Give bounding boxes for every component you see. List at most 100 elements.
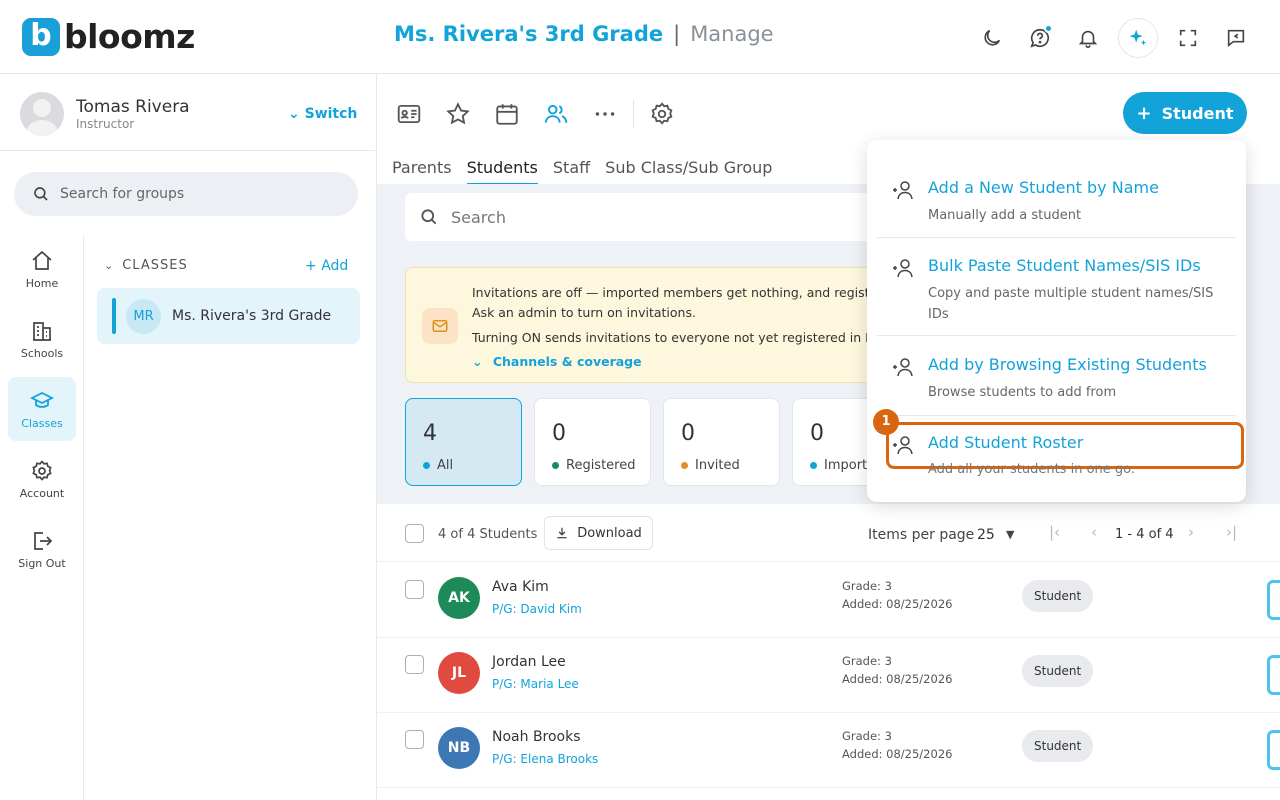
channels-coverage-label: Channels & coverage xyxy=(492,354,642,369)
switch-label: Switch xyxy=(304,106,358,122)
sparkle-icon[interactable] xyxy=(1118,18,1158,58)
tab-sub-class[interactable]: Sub Class/Sub Group xyxy=(605,158,772,185)
menu-item-desc: Copy and paste multiple student names/SI… xyxy=(928,286,1214,322)
id-card-icon[interactable] xyxy=(391,98,427,130)
toolbar-divider xyxy=(633,100,634,128)
first-page-icon[interactable]: |‹ xyxy=(1049,523,1060,541)
student-added: Added: 08/25/2026 xyxy=(842,597,953,611)
tab-students[interactable]: Students xyxy=(466,158,538,185)
items-per-page-select[interactable]: 25 xyxy=(977,527,995,543)
class-item[interactable]: MR Ms. Rivera's 3rd Grade xyxy=(97,288,360,344)
table-row[interactable]: AK Ava Kim P/G: David Kim Grade: 3 Added… xyxy=(377,563,1280,638)
student-search-input[interactable]: Search xyxy=(405,193,875,241)
page-title: Ms. Rivera's 3rd Grade | Manage xyxy=(394,22,774,46)
student-meta: Grade: 3 Added: 08/25/2026 xyxy=(842,727,952,763)
tab-staff[interactable]: Staff xyxy=(553,158,590,185)
stat-label: Importe xyxy=(810,458,875,473)
left-rail: Home Schools Classes Account Sign Out xyxy=(0,235,84,800)
add-student-label: Student xyxy=(1161,103,1234,123)
parent-link[interactable]: P/G: Elena Brooks xyxy=(492,752,598,766)
next-page-icon[interactable]: › xyxy=(1188,523,1194,541)
menu-item-desc: Add all your students in one go. xyxy=(928,462,1136,477)
stat-label: Invited xyxy=(681,458,740,473)
top-icons xyxy=(974,18,1254,58)
add-student-button[interactable]: + Student xyxy=(1123,92,1247,134)
search-icon xyxy=(34,187,48,201)
menu-divider xyxy=(877,335,1236,336)
nav-home[interactable]: Home xyxy=(8,237,76,301)
stat-registered[interactable]: 0 Registered xyxy=(534,398,651,486)
student-name[interactable]: Noah Brooks xyxy=(492,729,581,745)
caret-down-icon[interactable]: ▼ xyxy=(1006,528,1014,541)
avatar[interactable] xyxy=(20,92,64,136)
help-chat-icon[interactable] xyxy=(1022,20,1058,56)
search-groups-input[interactable]: Search for groups xyxy=(14,172,358,216)
student-name[interactable]: Ava Kim xyxy=(492,579,549,595)
stat-all[interactable]: 4 All xyxy=(405,398,522,486)
student-name[interactable]: Jordan Lee xyxy=(492,654,566,670)
nav-classes-label: Classes xyxy=(21,416,63,430)
switch-button[interactable]: ⌄ Switch xyxy=(288,106,357,122)
nav-account[interactable]: Account xyxy=(8,447,76,511)
student-grade: Grade: 3 xyxy=(842,579,892,593)
row-action-button[interactable] xyxy=(1267,580,1280,620)
last-page-icon[interactable]: ›| xyxy=(1226,523,1237,541)
add-user-icon xyxy=(891,178,915,202)
people-icon[interactable] xyxy=(538,98,574,130)
plus-icon: + xyxy=(305,258,317,274)
calendar-icon[interactable] xyxy=(489,98,525,130)
invitations-notice: Invitations are off — imported members g… xyxy=(405,267,885,383)
search-placeholder: Search xyxy=(451,207,506,227)
student-grade: Grade: 3 xyxy=(842,654,892,668)
stat-invited[interactable]: 0 Invited xyxy=(663,398,780,486)
row-action-button[interactable] xyxy=(1267,730,1280,770)
search-icon xyxy=(421,209,437,225)
more-icon[interactable] xyxy=(587,98,623,130)
parent-link[interactable]: P/G: David Kim xyxy=(492,602,582,616)
section-title: Manage xyxy=(690,22,774,46)
select-all-checkbox[interactable] xyxy=(405,524,424,543)
stat-value: 0 xyxy=(552,421,566,446)
menu-divider xyxy=(877,237,1236,238)
classes-header[interactable]: ⌄ CLASSES xyxy=(104,258,188,273)
download-button[interactable]: Download xyxy=(544,516,653,550)
settings-icon[interactable] xyxy=(644,98,680,130)
nav-account-label: Account xyxy=(19,486,65,500)
logo[interactable]: b bloomz xyxy=(22,17,195,56)
star-icon[interactable] xyxy=(440,98,476,130)
student-avatar: AK xyxy=(438,577,480,619)
student-meta: Grade: 3 Added: 08/25/2026 xyxy=(842,652,952,688)
tab-parents[interactable]: Parents xyxy=(392,158,452,185)
add-class-button[interactable]: + Add xyxy=(305,258,348,274)
nav-classes[interactable]: Classes xyxy=(8,377,76,441)
student-added: Added: 08/25/2026 xyxy=(842,672,953,686)
role-badge: Student xyxy=(1022,580,1094,612)
add-user-icon xyxy=(891,256,915,280)
class-title[interactable]: Ms. Rivera's 3rd Grade xyxy=(394,22,663,46)
notice-line-1: Invitations are off — imported members g… xyxy=(472,285,878,300)
role-badge: Student xyxy=(1022,730,1094,762)
mail-icon xyxy=(422,308,458,344)
table-row[interactable]: JL Jordan Lee P/G: Maria Lee Grade: 3 Ad… xyxy=(377,638,1280,713)
table-row[interactable]: NB Noah Brooks P/G: Elena Brooks Grade: … xyxy=(377,713,1280,788)
nav-sign-out[interactable]: Sign Out xyxy=(8,517,76,581)
bell-icon[interactable] xyxy=(1070,20,1106,56)
row-action-button[interactable] xyxy=(1267,655,1280,695)
parent-link[interactable]: P/G: Maria Lee xyxy=(492,677,579,691)
prev-page-icon[interactable]: ‹ xyxy=(1091,523,1097,541)
row-checkbox[interactable] xyxy=(405,730,424,749)
nav-schools[interactable]: Schools xyxy=(8,307,76,371)
fullscreen-icon[interactable] xyxy=(1170,20,1206,56)
row-checkbox[interactable] xyxy=(405,655,424,674)
logo-mark: b xyxy=(22,17,60,56)
items-per-page-label: Items per page xyxy=(868,527,975,543)
active-indicator xyxy=(112,298,116,334)
menu-item-title: Bulk Paste Student Names/SIS IDs xyxy=(928,256,1201,275)
channels-coverage-link[interactable]: ⌄ Channels & coverage xyxy=(472,354,642,369)
feedback-icon[interactable] xyxy=(1218,20,1254,56)
step-badge: 1 xyxy=(873,409,899,435)
chevron-down-icon: ⌄ xyxy=(472,354,483,369)
moon-icon[interactable] xyxy=(974,20,1010,56)
add-user-icon xyxy=(891,355,915,379)
row-checkbox[interactable] xyxy=(405,580,424,599)
